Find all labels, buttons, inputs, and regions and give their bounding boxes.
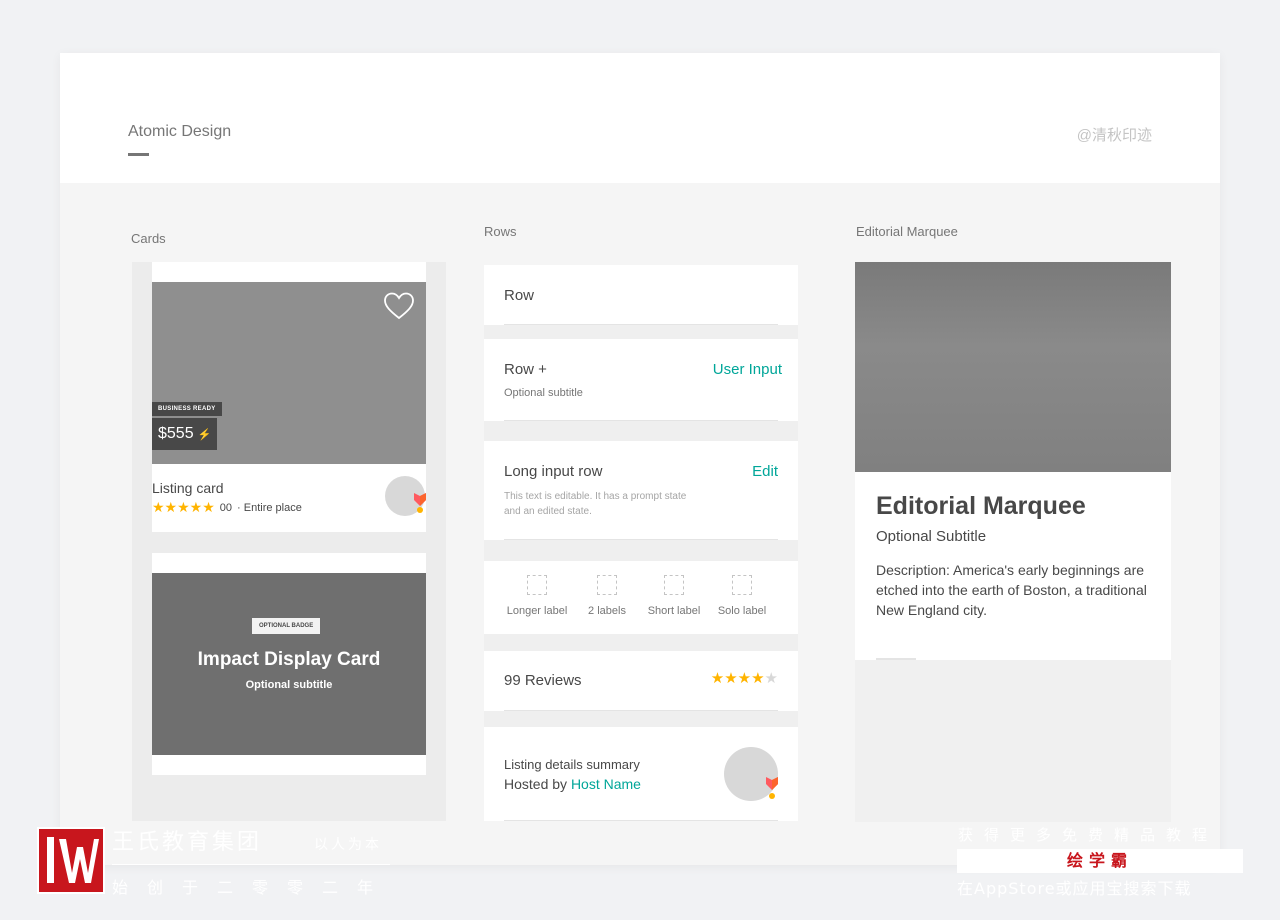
checkbox-label: Short label [647, 605, 701, 617]
superhost-badge-icon [414, 493, 426, 506]
rating-count: 00 [219, 501, 233, 514]
row-divider [504, 539, 778, 540]
watermark-search: 在AppStore或应用宝搜索下载 [957, 879, 1192, 898]
watermark-logo [37, 827, 105, 894]
price-label: $555 [158, 425, 194, 442]
watermark-org: 王氏教育集团 [112, 830, 263, 855]
rows-column: Row Row + Optional subtitle User Input L… [484, 265, 798, 821]
row-listing-summary[interactable]: Listing details summary Hosted by Host N… [484, 727, 798, 821]
review-star-rating: ★★★★★ [710, 670, 778, 687]
checkbox-option[interactable]: Short label [639, 575, 709, 617]
editorial-title: Editorial Marquee [876, 492, 1086, 520]
checkbox[interactable] [527, 575, 547, 595]
impact-display-card[interactable]: OPTIONAL BADGE Impact Display Card Optio… [152, 553, 426, 775]
editorial-marquee-card[interactable]: Editorial Marquee Optional Subtitle Desc… [855, 262, 1171, 660]
editorial-divider [876, 658, 916, 660]
row-plus-subtitle: Optional subtitle [504, 387, 583, 399]
watermark-divider [112, 864, 390, 865]
checkbox-option[interactable]: Solo label [707, 575, 777, 617]
watermark-slogan: 以人为本 [314, 837, 382, 853]
superhost-dot [417, 507, 423, 513]
editorial-column: Editorial Marquee Optional Subtitle Desc… [855, 262, 1171, 822]
long-input-title: Long input row [504, 463, 603, 480]
cards-column: BUSINESS READY $555 ⚡ Listing card ★★★★★… [132, 262, 446, 821]
long-input-description[interactable]: This text is editable. It has a prompt s… [504, 489, 704, 519]
row-divider [504, 710, 778, 711]
design-board: Atomic Design @清秋印迹 Cards Rows Editorial… [60, 53, 1220, 865]
heart-icon[interactable] [384, 292, 414, 320]
superhost-dot [769, 793, 775, 799]
watermark-brand-bar: 绘学霸 [957, 849, 1243, 873]
row-divider [504, 820, 778, 821]
price-badge: $555 ⚡ [152, 418, 218, 450]
editorial-subtitle: Optional Subtitle [876, 528, 987, 545]
listing-meta: · Entire place [237, 501, 302, 514]
board-header: Atomic Design @清秋印迹 [60, 53, 1220, 183]
impact-background: OPTIONAL BADGE Impact Display Card Optio… [152, 573, 426, 755]
listing-photo: BUSINESS READY $555 ⚡ [152, 282, 426, 464]
checkbox-option[interactable]: Longer label [502, 575, 572, 617]
row-divider [504, 420, 778, 421]
user-input-link[interactable]: User Input [713, 361, 782, 378]
impact-subtitle: Optional subtitle [245, 679, 333, 691]
title-underline [128, 153, 149, 156]
row-plus[interactable]: Row + Optional subtitle User Input [484, 339, 798, 421]
checkbox-label: 2 labels [588, 605, 626, 617]
editorial-description: Description: America's early beginnings … [876, 562, 1147, 618]
watermark-free-tutorials: 获得更多免费精品教程 [958, 826, 1219, 844]
listing-title: Listing card [152, 480, 224, 496]
section-label-rows: Rows [484, 224, 517, 239]
summary-host: Hosted by Host Name [504, 776, 641, 792]
star-rating: ★★★★★ [152, 499, 215, 515]
editorial-hero-image [855, 262, 1171, 472]
summary-title: Listing details summary [504, 757, 640, 772]
checkbox[interactable] [597, 575, 617, 595]
host-name-link[interactable]: Host Name [571, 776, 641, 792]
row-title: Row [504, 287, 535, 304]
watermark-since: 始创于二零零二年 [112, 878, 393, 897]
rating-row: ★★★★★ 00 · Entire place [152, 499, 302, 516]
row-divider [504, 324, 778, 325]
impact-title: Impact Display Card [197, 649, 381, 670]
checkbox-option[interactable]: 2 labels [572, 575, 642, 617]
lightning-icon: ⚡ [197, 428, 212, 441]
checkbox[interactable] [664, 575, 684, 595]
row-checkboxes: Longer label 2 labels Short label Solo l… [484, 561, 798, 634]
business-ready-badge: BUSINESS READY [152, 402, 222, 416]
listing-card[interactable]: BUSINESS READY $555 ⚡ Listing card ★★★★★… [152, 262, 426, 532]
edit-link[interactable]: Edit [752, 463, 778, 480]
watermark-logo-icon [47, 837, 99, 883]
section-label-cards: Cards [131, 231, 166, 246]
optional-badge: OPTIONAL BADGE [252, 618, 321, 634]
reviews-title: 99 Reviews [504, 672, 582, 689]
hosted-by-label: Hosted by [504, 776, 568, 792]
superhost-badge-icon [766, 777, 778, 790]
author-credit: @清秋印迹 [1076, 127, 1152, 144]
watermark-brand: 绘学霸 [1066, 851, 1133, 870]
checkbox-label: Solo label [717, 605, 767, 617]
row-reviews[interactable]: 99 Reviews ★★★★★ [484, 651, 798, 711]
page-title: Atomic Design [128, 123, 232, 140]
checkbox-label: Longer label [506, 605, 568, 617]
row-basic[interactable]: Row [484, 265, 798, 325]
checkbox[interactable] [732, 575, 752, 595]
row-plus-title: Row + [504, 361, 547, 378]
row-long-input[interactable]: Long input row Edit This text is editabl… [484, 441, 798, 540]
section-label-editorial: Editorial Marquee [856, 224, 958, 239]
